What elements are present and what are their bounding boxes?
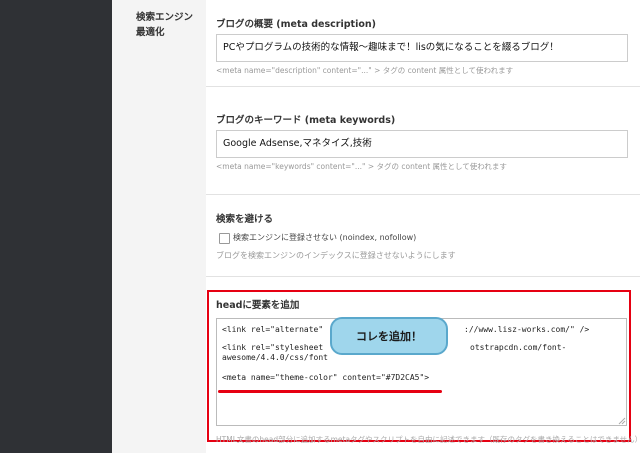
divider [206,86,640,87]
code-line-3: awesome/4.4.0/css/font [222,353,328,362]
keywords-title: ブログのキーワード (meta keywords) [216,115,396,126]
red-underline-annotation [218,390,442,393]
code-line-2-left: <link rel="stylesheet [222,343,324,352]
keywords-input[interactable]: Google Adsense,マネタイズ,技術 [216,130,628,158]
divider [206,194,640,195]
callout-annotation: コレを追加！ [330,317,448,355]
code-line-1-left: <link rel="alternate" [222,325,324,334]
divider [206,276,640,277]
section-label-column [112,0,207,453]
description-input[interactable]: PCやプログラムの技術的な情報～趣味まで！lisの気になることを綴るブログ！ [216,34,628,62]
noindex-checkbox[interactable] [219,233,230,244]
code-line-1-right: ://www.lisz-works.com/" /> [464,325,590,334]
noindex-title: 検索を避ける [216,214,274,225]
noindex-hint: ブログを検索エンジンのインデックスに登録させないようにします [216,251,456,260]
code-line-theme-color: <meta name="theme-color" content="#7D2CA… [222,373,430,382]
resize-handle-icon[interactable] [618,417,626,425]
description-title: ブログの概要 (meta description) [216,19,376,30]
description-group: ブログの概要 (meta description) [216,16,640,30]
noindex-group: 検索を避ける [216,211,640,225]
head-title: headに要素を追加 [216,300,300,311]
keywords-hint: <meta name="keywords" content="..." > タグ… [216,162,507,171]
head-hint: HTML文書のhead部分に追加するmetaタグやスクリプトを自由に記述できます… [216,435,640,444]
keywords-group: ブログのキーワード (meta keywords) [216,112,640,126]
description-hint: <meta name="description" content="..." >… [216,66,514,75]
section-label-seo: 検索エンジン最適化 [136,12,194,38]
head-group: headに要素を追加 [216,297,640,311]
noindex-checkbox-label[interactable]: 検索エンジンに登録させない (noindex, nofollow) [233,232,416,243]
code-line-2-right: otstrapcdn.com/font- [470,343,567,352]
dark-sidebar [0,0,112,453]
